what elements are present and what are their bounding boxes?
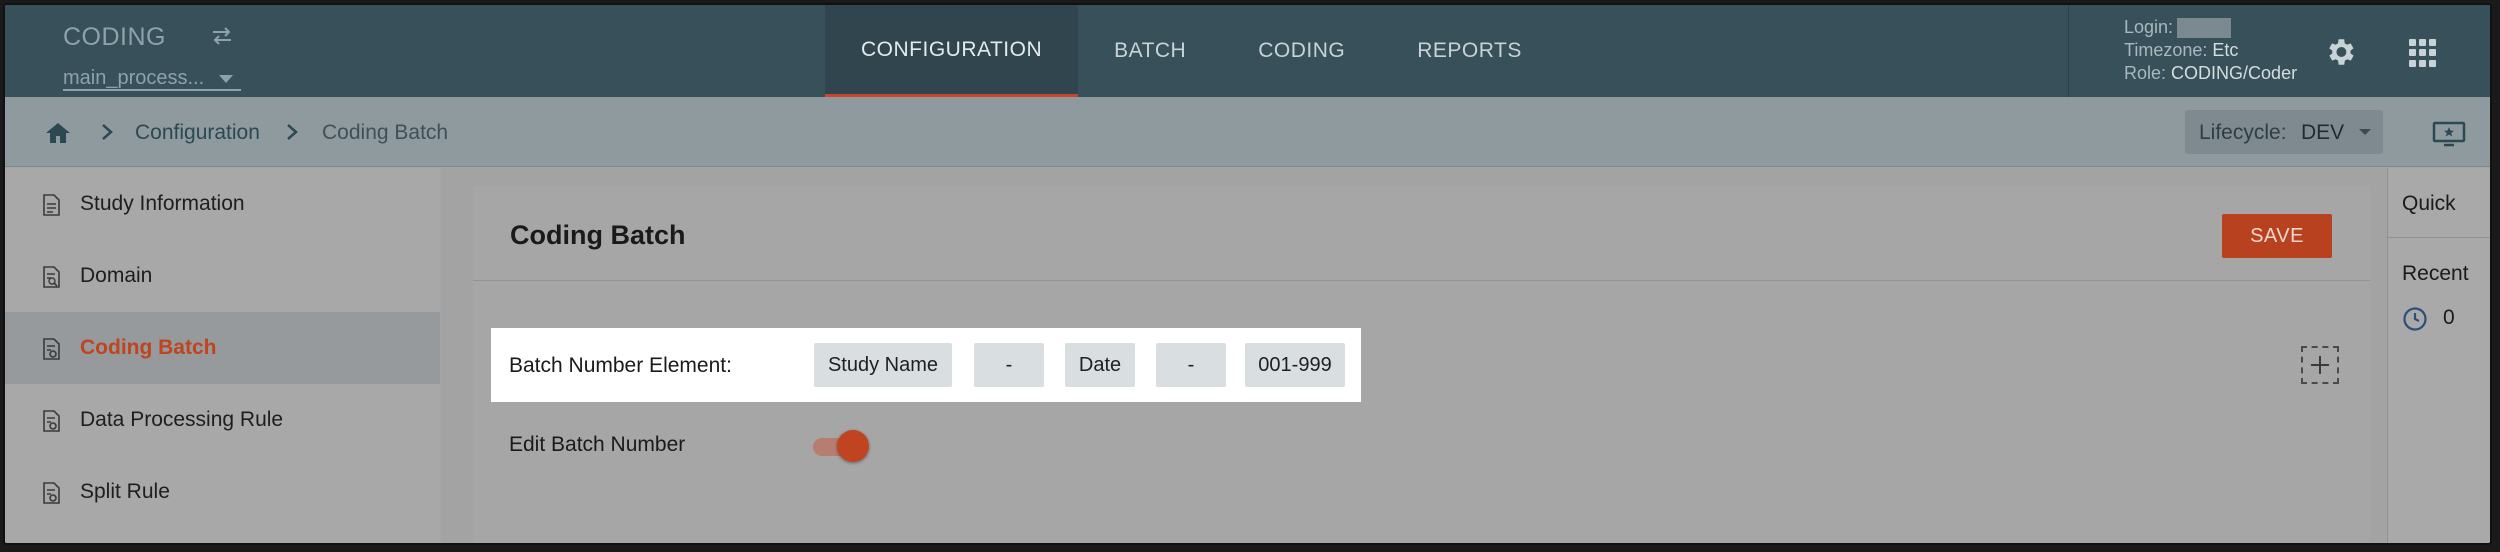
timezone-line: Timezone: Etc xyxy=(2124,40,2238,61)
coding-batch-card: Coding Batch SAVE Batch Number Element: … xyxy=(473,186,2370,543)
batch-element-separator[interactable]: - xyxy=(974,343,1044,387)
batch-element-study-name[interactable]: Study Name xyxy=(814,343,952,387)
role-line: Role: CODING/Coder xyxy=(2124,63,2297,84)
divider xyxy=(473,280,2370,281)
main-content: Coding Batch SAVE Batch Number Element: … xyxy=(441,168,2386,543)
recent-count: 0 xyxy=(2443,306,2455,329)
tab-reports[interactable]: REPORTS xyxy=(1381,5,1558,97)
chevron-right-icon xyxy=(287,124,298,140)
process-dropdown[interactable]: main_process... xyxy=(63,63,241,91)
document-settings-icon xyxy=(43,410,60,432)
toggle-knob xyxy=(837,430,869,462)
document-icon xyxy=(43,194,60,216)
sidebar-item-label: Study Information xyxy=(80,192,245,215)
sidebar-item-label: Split Rule xyxy=(80,480,170,503)
sidebar-item-data-processing-rule[interactable]: Data Processing Rule xyxy=(5,384,440,456)
page-title: Coding Batch xyxy=(510,220,686,250)
apps-grid-icon[interactable] xyxy=(2409,39,2437,67)
sidebar-item-label: Data Processing Rule xyxy=(80,408,284,431)
tab-configuration[interactable]: CONFIGURATION xyxy=(825,5,1079,97)
document-search-icon xyxy=(43,266,60,288)
home-icon[interactable] xyxy=(45,121,71,145)
login-line: Login: xyxy=(2124,17,2232,39)
batch-number-label: Batch Number Element: xyxy=(509,354,732,377)
sidebar-item-label: Domain xyxy=(80,264,153,287)
breadcrumb: Configuration Coding Batch Lifecycle: DE… xyxy=(5,97,2490,167)
recent-label: Recent xyxy=(2402,262,2469,285)
batch-element-date[interactable]: Date xyxy=(1065,343,1135,387)
sidebar-item-label: Coding Batch xyxy=(80,336,217,359)
login-label: Login: xyxy=(2124,17,2174,37)
document-settings-icon xyxy=(43,482,60,504)
batch-element-sequence[interactable]: 001-999 xyxy=(1245,343,1345,387)
timezone-value: Etc xyxy=(2212,40,2239,60)
sidebar-item-split-rule[interactable]: Split Rule xyxy=(5,456,440,528)
timezone-label: Timezone: xyxy=(2124,40,2208,60)
monitor-star-icon[interactable] xyxy=(2432,121,2466,147)
add-element-icon[interactable] xyxy=(2301,346,2339,384)
app-title: CODING xyxy=(63,23,166,51)
main-nav: CONFIGURATION BATCH CODING REPORTS xyxy=(825,5,1558,97)
tab-coding[interactable]: CODING xyxy=(1222,5,1381,97)
tab-batch[interactable]: BATCH xyxy=(1078,5,1222,97)
batch-element-separator[interactable]: - xyxy=(1156,343,1226,387)
sidebar-item-domain[interactable]: Domain xyxy=(5,240,440,312)
process-label: main_process... xyxy=(63,67,205,89)
right-panel: Quick Recent 0 xyxy=(2387,168,2490,543)
sidebar-item-study-information[interactable]: Study Information xyxy=(5,168,440,240)
lifecycle-dropdown[interactable]: Lifecycle: DEV xyxy=(2185,110,2383,154)
breadcrumb-configuration[interactable]: Configuration xyxy=(135,121,260,145)
chevron-down-icon xyxy=(219,75,233,83)
sidebar-item-coding-batch[interactable]: Coding Batch xyxy=(5,312,440,384)
role-label: Role: xyxy=(2124,63,2167,83)
quick-label: Quick xyxy=(2402,192,2456,215)
lifecycle-label: Lifecycle: xyxy=(2199,121,2287,144)
edit-batch-number-label: Edit Batch Number xyxy=(509,433,686,456)
top-bar: CODING main_process... CONFIGURATION BAT… xyxy=(5,5,2490,97)
lifecycle-value: DEV xyxy=(2301,121,2345,144)
clock-icon xyxy=(2403,307,2427,331)
save-button[interactable]: SAVE xyxy=(2222,214,2332,258)
login-value-redacted xyxy=(2177,18,2232,39)
breadcrumb-coding-batch: Coding Batch xyxy=(322,121,449,144)
swap-icon[interactable] xyxy=(209,25,235,47)
chevron-down-icon xyxy=(2359,129,2371,135)
quick-section[interactable]: Quick xyxy=(2388,168,2490,238)
role-value: CODING/Coder xyxy=(2171,63,2298,83)
edit-batch-number-toggle[interactable] xyxy=(813,430,869,462)
app-window: CODING main_process... CONFIGURATION BAT… xyxy=(3,3,2492,545)
sidebar: Study Information Domain Coding Batch Da… xyxy=(5,168,440,543)
document-settings-icon xyxy=(43,338,60,360)
chevron-right-icon xyxy=(102,124,113,140)
gear-icon[interactable] xyxy=(2323,35,2357,69)
